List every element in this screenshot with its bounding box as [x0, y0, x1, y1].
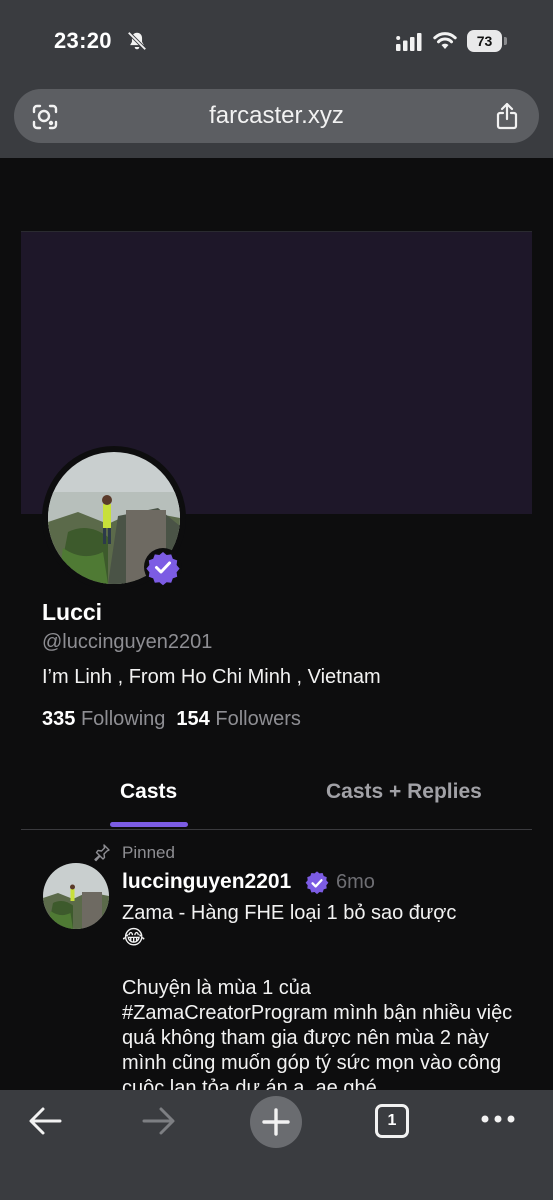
tabs-icon[interactable]: 1: [375, 1104, 409, 1138]
verified-icon: [305, 871, 329, 895]
browser-top-chrome: 23:20 73 farcaster.xyz: [0, 0, 553, 158]
share-icon[interactable]: [495, 102, 519, 130]
back-arrow-icon[interactable]: [28, 1106, 62, 1136]
pin-icon: [94, 844, 110, 862]
battery-level: 73: [467, 30, 502, 52]
post-text[interactable]: Zama - Hàng FHE loại 1 bỏ sao được 😂 Chu…: [122, 901, 522, 1090]
more-icon[interactable]: [480, 1112, 516, 1126]
following-count: 335: [42, 708, 76, 730]
battery-icon: 73: [467, 30, 507, 52]
profile-bio: I’m Linh , From Ho Chi Minh , Vietnam: [42, 666, 381, 688]
bell-off-icon: [127, 31, 147, 51]
url-text[interactable]: farcaster.xyz: [14, 102, 539, 130]
follow-stats: 335 Following 154 Followers: [42, 708, 301, 731]
tab-casts[interactable]: Casts: [120, 780, 177, 804]
forward-arrow-icon[interactable]: [142, 1106, 176, 1136]
browser-bottom-toolbar: 1: [0, 1090, 553, 1200]
followers-link[interactable]: 154 Followers: [176, 708, 301, 730]
followers-label: Followers: [215, 708, 301, 730]
post-author[interactable]: luccinguyen2201: [122, 870, 291, 894]
battery-nub: [504, 37, 507, 45]
display-name: Lucci: [42, 599, 103, 625]
post-avatar-image: [43, 863, 109, 929]
following-label: Following: [80, 708, 166, 730]
following-link[interactable]: 335 Following: [42, 708, 165, 730]
followers-count: 154: [176, 708, 210, 730]
active-tab-indicator: [110, 822, 188, 827]
signal-icon: [396, 33, 422, 51]
wifi-icon: [433, 32, 457, 49]
address-bar[interactable]: farcaster.xyz: [14, 89, 539, 143]
pinned-label: Pinned: [122, 843, 175, 862]
profile-tabs: Casts Casts + Replies: [21, 763, 532, 830]
tab-casts-replies[interactable]: Casts + Replies: [326, 780, 482, 804]
verified-icon: [144, 548, 182, 586]
username-handle: @luccinguyen2201: [42, 631, 213, 653]
post-author-avatar[interactable]: [43, 863, 109, 929]
plus-icon: [262, 1108, 290, 1136]
status-time: 23:20: [54, 28, 112, 53]
profile-page: Lucci @luccinguyen2201 I’m Linh , From H…: [0, 158, 553, 1090]
new-tab-button[interactable]: [250, 1096, 302, 1148]
post-timestamp: 6mo: [336, 871, 375, 893]
